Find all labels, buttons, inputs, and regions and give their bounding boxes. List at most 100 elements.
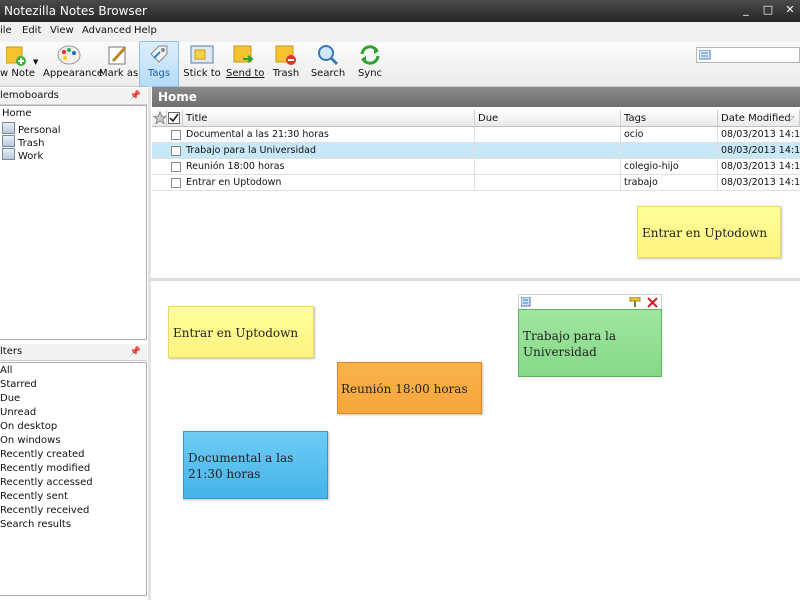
memoboard-personal[interactable]: Personal <box>2 122 61 136</box>
sort-icon: ◸ <box>788 114 795 123</box>
filter-recently-sent[interactable]: Recently sent <box>0 491 68 502</box>
board-note-yellow[interactable]: Entrar en Uptodown <box>168 306 314 358</box>
filter-unread[interactable]: Unread <box>0 407 36 418</box>
search-button[interactable]: Search <box>310 42 346 86</box>
row-title: Trabajo para la Universidad <box>183 143 475 158</box>
filters-list: All Starred Due Unread On desktop On win… <box>0 362 147 596</box>
row-checkbox[interactable] <box>171 130 181 140</box>
memoboard-trash[interactable]: Trash <box>2 135 44 149</box>
menu-help[interactable]: Help <box>134 25 157 36</box>
row-tags: trabajo <box>621 175 718 190</box>
table-row[interactable]: Documental a las 21:30 horas ocio 08/03/… <box>152 127 800 143</box>
table-row[interactable]: Entrar en Uptodown trabajo 08/03/2013 14… <box>152 175 800 191</box>
filter-recently-accessed[interactable]: Recently accessed <box>0 477 93 488</box>
memoboard-icon <box>2 135 15 147</box>
vertical-splitter[interactable] <box>148 86 151 600</box>
menu-edit[interactable]: Edit <box>22 25 41 36</box>
row-due <box>475 127 621 142</box>
table-row[interactable]: Reunión 18:00 horas colegio-hijo 08/03/2… <box>152 159 800 175</box>
new-note-button[interactable]: w Note <box>0 42 35 86</box>
window-title: Notezilla Notes Browser <box>4 4 147 18</box>
memoboard-icon <box>2 122 15 134</box>
palette-icon <box>57 45 81 65</box>
menu-advanced[interactable]: Advanced <box>82 25 131 36</box>
stick-to-icon <box>190 45 214 64</box>
memoboards-tree: Home Personal Trash Work <box>0 105 147 340</box>
filter-search-results[interactable]: Search results <box>0 519 71 530</box>
memoboard-icon <box>2 148 15 160</box>
row-date: 08/03/2013 14:10:2 <box>721 177 800 188</box>
board-note-green[interactable]: Trabajo para la Universidad <box>518 309 662 377</box>
search-icon <box>318 45 339 66</box>
row-title: Reunión 18:00 horas <box>183 159 475 174</box>
memoboard-work[interactable]: Work <box>2 148 43 162</box>
pin-icon[interactable]: 📌 <box>130 88 141 104</box>
table-row-selected[interactable]: Trabajo para la Universidad 08/03/2013 1… <box>152 143 800 159</box>
send-to-button[interactable]: Send to <box>226 42 264 86</box>
filter-recently-created[interactable]: Recently created <box>0 449 85 460</box>
preview-note[interactable]: Entrar en Uptodown <box>637 206 781 258</box>
filter-on-windows[interactable]: On windows <box>0 435 61 446</box>
checkbox-checked-icon <box>168 112 180 124</box>
note-menu-icon[interactable] <box>521 297 531 307</box>
trash-icon <box>275 45 296 65</box>
filter-on-desktop[interactable]: On desktop <box>0 421 57 432</box>
column-tags[interactable]: Tags <box>621 110 718 127</box>
row-date: 08/03/2013 14:14:1 <box>721 129 800 140</box>
menu-view[interactable]: View <box>50 25 74 36</box>
note-close-icon[interactable] <box>647 297 658 308</box>
title-bar: Notezilla Notes Browser _ □ ✕ <box>0 0 800 22</box>
row-due <box>475 143 621 158</box>
close-button[interactable]: ✕ <box>780 3 800 17</box>
row-checkbox[interactable] <box>171 178 181 188</box>
search-field-icon <box>699 50 711 60</box>
board-note-blue[interactable]: Documental a las 21:30 horas <box>183 431 328 499</box>
row-date: 08/03/2013 14:13:0 <box>721 145 800 156</box>
mark-as-icon <box>108 46 127 65</box>
sync-icon <box>360 45 380 65</box>
row-checkbox[interactable] <box>171 162 181 172</box>
row-tags <box>621 143 718 158</box>
star-icon <box>152 110 166 125</box>
minimize-button[interactable]: _ <box>736 3 756 17</box>
column-title[interactable]: Title <box>183 110 475 127</box>
row-tags: colegio-hijo <box>621 159 718 174</box>
new-note-dropdown-icon[interactable]: ▼ <box>33 58 38 66</box>
filter-recently-modified[interactable]: Recently modified <box>0 463 90 474</box>
row-title: Entrar en Uptodown <box>183 175 475 190</box>
sync-button[interactable]: Sync <box>354 42 386 86</box>
tags-icon <box>150 45 168 63</box>
search-input[interactable] <box>696 47 800 63</box>
send-to-icon <box>233 45 254 63</box>
filters-header: lters 📌 <box>0 344 147 361</box>
appearance-button[interactable]: Appearance <box>43 42 103 86</box>
toolbar: w Note ▼ Appearance Mark as Tags Stick t… <box>0 41 800 87</box>
trash-button[interactable]: Trash <box>270 42 302 86</box>
column-due[interactable]: Due <box>475 110 621 127</box>
menu-file[interactable]: ile <box>0 25 12 36</box>
maximize-button[interactable]: □ <box>758 3 778 17</box>
row-due <box>475 175 621 190</box>
filter-due[interactable]: Due <box>0 393 20 404</box>
row-checkbox[interactable] <box>171 146 181 156</box>
stick-to-button[interactable]: Stick to <box>183 42 221 86</box>
new-note-icon <box>6 46 26 66</box>
horizontal-splitter[interactable] <box>150 278 800 281</box>
page-title: Home <box>152 87 800 107</box>
filter-all[interactable]: All <box>0 365 12 376</box>
filter-recently-received[interactable]: Recently received <box>0 505 89 516</box>
check-column-header[interactable] <box>167 110 183 127</box>
memoboards-header: lemoboards 📌 <box>0 88 147 105</box>
mark-as-button[interactable]: Mark as <box>99 42 138 86</box>
menu-bar: ile Edit View Advanced Help <box>0 22 800 43</box>
pin-icon[interactable]: 📌 <box>130 344 141 360</box>
note-pin-icon[interactable] <box>629 297 641 308</box>
star-column-header[interactable] <box>152 110 167 127</box>
filter-starred[interactable]: Starred <box>0 379 37 390</box>
memoboard-home[interactable]: Home <box>2 108 32 119</box>
column-date-modified[interactable]: Date Modified ◸ <box>718 110 800 127</box>
board-note-orange[interactable]: Reunión 18:00 horas <box>337 362 482 414</box>
tags-button[interactable]: Tags <box>139 41 179 87</box>
row-due <box>475 159 621 174</box>
row-title: Documental a las 21:30 horas <box>183 127 475 142</box>
